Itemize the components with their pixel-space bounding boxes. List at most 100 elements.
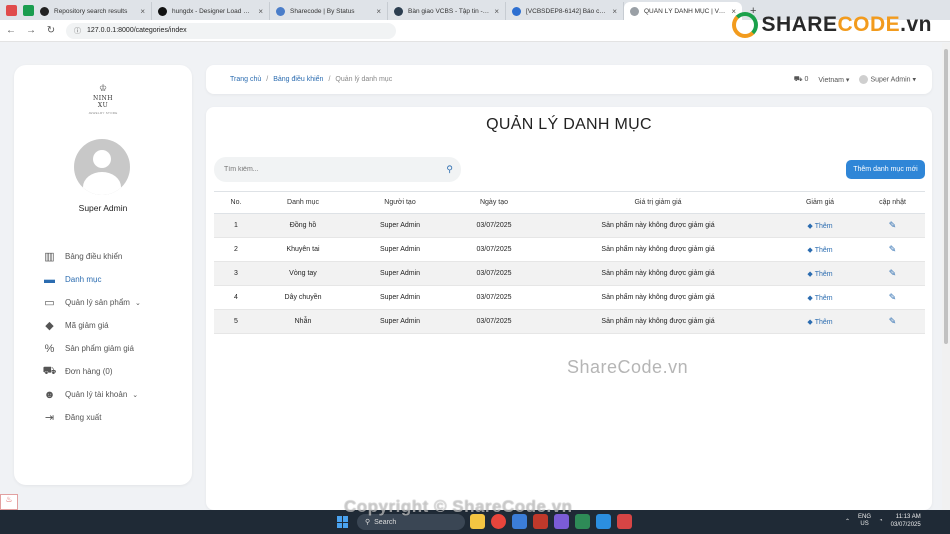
add-discount-link[interactable]: ◆ Thêm — [807, 295, 832, 302]
tag-icon: ◆ — [807, 294, 813, 302]
sidebar-item-label: Sản phẩm giảm giá — [65, 344, 134, 353]
add-category-button[interactable]: Thêm danh mục mới — [846, 160, 925, 179]
edit-icon[interactable]: ✎ — [889, 220, 897, 230]
edit-icon[interactable]: ✎ — [889, 268, 897, 278]
tag-icon: ◆ — [807, 246, 813, 254]
column-header: cập nhật — [860, 191, 925, 214]
sidebar-item[interactable]: ▥ Bảng điều khiển — [42, 245, 190, 268]
add-discount-link[interactable]: ◆ Thêm — [807, 223, 832, 230]
sidebar: ♔ NINH XU JEWELRY STORE Super Admin ▥ Bản… — [14, 65, 192, 485]
tab-title: [VCBSDEP8-6142] Báo cáo SEI — [526, 7, 607, 15]
pinned-tab-icon[interactable] — [6, 4, 17, 16]
sidebar-item[interactable]: ◆ Mã giảm giá — [42, 314, 190, 337]
browser-tab[interactable]: Repository search results × — [34, 2, 152, 20]
search-box: ⚲ — [214, 157, 461, 182]
add-discount-link[interactable]: ◆ Thêm — [807, 319, 832, 326]
table-row: 1 Đồng hồ Super Admin 03/07/2025 Sản phẩm nà… — [214, 213, 925, 238]
cart-button[interactable]: ⛟ 0 — [794, 75, 809, 84]
browser-tab[interactable]: [VCBSDEP8-6142] Báo cáo SEI × — [506, 2, 624, 20]
brand-name: NINH XU — [92, 95, 114, 109]
close-tab-icon[interactable]: × — [494, 7, 499, 16]
cell-no: 5 — [214, 309, 258, 334]
language-indicator[interactable]: ENG US — [858, 514, 871, 528]
wifi-icon[interactable]: ◔ — [879, 518, 883, 524]
pinned-icons — [0, 0, 34, 20]
back-icon[interactable]: ← — [6, 25, 16, 36]
vscode-icon[interactable] — [596, 514, 611, 529]
tag-icon: ◆ — [807, 270, 813, 278]
sidebar-item[interactable]: ☻ Quản lý tài khoản ⌄ — [42, 383, 190, 406]
logout-icon: ⇥ — [44, 412, 55, 424]
cell-no: 3 — [214, 261, 258, 286]
cell-creator: Super Admin — [348, 285, 452, 310]
cell-discount-value: Sản phẩm này không được giảm giá — [536, 285, 780, 310]
app-icon[interactable] — [617, 514, 632, 529]
browser-tab[interactable]: QUẢN LÝ DANH MỤC | Vu Jew× — [624, 2, 742, 20]
url-field[interactable]: ⓘ 127.0.0.1:8000/categories/index — [66, 22, 396, 39]
search-input[interactable] — [224, 166, 447, 173]
tab-favicon-icon — [276, 6, 285, 16]
sidebar-item-label: Mã giảm giá — [65, 321, 109, 330]
site-info-icon[interactable]: ⓘ — [74, 26, 81, 36]
page-title: QUẢN LÝ DANH MỤC — [486, 116, 652, 133]
clock[interactable]: 11:13 AM 03/07/2025 — [891, 513, 921, 529]
close-tab-icon[interactable]: × — [612, 7, 617, 16]
close-tab-icon[interactable]: × — [376, 7, 381, 16]
tag-icon: ◆ — [807, 222, 813, 230]
app-corner-icon[interactable]: ♨ — [0, 494, 18, 510]
watermark-bottom: Copyright © ShareCode.vn — [344, 497, 573, 516]
browser-tab[interactable]: Bàn giao VCBS - Tập tin - own × — [388, 2, 506, 20]
scrollbar-thumb[interactable] — [944, 49, 948, 344]
user-dropdown[interactable]: Super Admin ▾ — [859, 75, 916, 84]
brand-logo[interactable]: ♔ NINH XU JEWELRY STORE — [88, 83, 118, 127]
sidebar-item[interactable]: ⛟ Đơn hàng (0) — [42, 360, 190, 383]
cell-date: 03/07/2025 — [452, 309, 536, 334]
browser-tab[interactable]: Sharecode | By Status × — [270, 2, 388, 20]
app-icon[interactable] — [575, 514, 590, 529]
column-header: No. — [214, 191, 258, 214]
cell-date: 03/07/2025 — [452, 285, 536, 310]
close-tab-icon[interactable]: × — [140, 7, 145, 16]
top-header: Trang chủ / Bảng điều khiển / Quản lý da… — [206, 65, 932, 94]
cell-category: Khuyên tai — [258, 237, 348, 262]
add-discount-link[interactable]: ◆ Thêm — [807, 247, 832, 254]
chevron-up-icon[interactable]: ⌃ — [845, 518, 850, 525]
reload-icon[interactable]: ↻ — [46, 25, 56, 36]
pinned-tab-icon[interactable] — [23, 4, 34, 16]
cell-category: Đồng hồ — [258, 213, 348, 238]
table-row: 5 Nhẫn Super Admin 03/07/2025 Sản phẩm này k… — [214, 309, 925, 334]
close-tab-icon[interactable]: × — [258, 7, 263, 16]
add-discount-link[interactable]: ◆ Thêm — [807, 271, 832, 278]
tab-favicon-icon — [630, 6, 639, 16]
sidebar-item[interactable]: ▬ Danh mục — [42, 268, 190, 291]
header-actions: ⛟ 0 Vietnam ▾ Super Admin ▾ — [794, 75, 916, 84]
tab-title: Sharecode | By Status — [290, 7, 355, 15]
search-icon[interactable]: ⚲ — [446, 164, 453, 175]
windows-start-icon[interactable] — [337, 516, 349, 528]
breadcrumb-dashboard[interactable]: Bảng điều khiển — [273, 76, 323, 83]
sidebar-item[interactable]: % Sản phẩm giảm giá — [42, 337, 190, 360]
language-dropdown[interactable]: Vietnam ▾ — [818, 76, 849, 84]
main-content: QUẢN LÝ DANH MỤC ⚲ Thêm danh mục mới No.… — [206, 107, 932, 510]
sidebar-item-label: Đăng xuất — [65, 413, 102, 422]
edit-icon[interactable]: ✎ — [889, 292, 897, 302]
cell-discount-value: Sản phẩm này không được giảm giá — [536, 309, 780, 334]
forward-icon[interactable]: → — [26, 25, 36, 36]
edit-icon[interactable]: ✎ — [889, 244, 897, 254]
column-header: Người tạo — [348, 191, 452, 214]
sidebar-item[interactable]: ▭ Quản lý sản phẩm ⌄ — [42, 291, 190, 314]
sidebar-item[interactable]: ⇥ Đăng xuất — [42, 406, 190, 429]
browser-tab[interactable]: hungdx - Designer Load Error × — [152, 2, 270, 20]
page-scrollbar[interactable] — [942, 43, 950, 510]
column-header: Danh mục — [258, 191, 348, 214]
sidebar-item-label: Quản lý sản phẩm — [65, 298, 130, 307]
watermark-center: ShareCode.vn — [567, 357, 689, 377]
url-text: 127.0.0.1:8000/categories/index — [87, 27, 187, 34]
sidebar-item-label: Danh mục — [65, 275, 102, 284]
edit-icon[interactable]: ✎ — [889, 316, 897, 326]
avatar — [74, 139, 130, 195]
breadcrumb-home[interactable]: Trang chủ — [230, 76, 261, 83]
sharecode-logo-text: SHARECODE.vn — [761, 13, 932, 36]
category-table: No. Danh mục Người tạo Ngày tạo Giá trị giảm… — [214, 191, 925, 334]
sidebar-item-label: Quản lý tài khoản — [65, 390, 128, 399]
